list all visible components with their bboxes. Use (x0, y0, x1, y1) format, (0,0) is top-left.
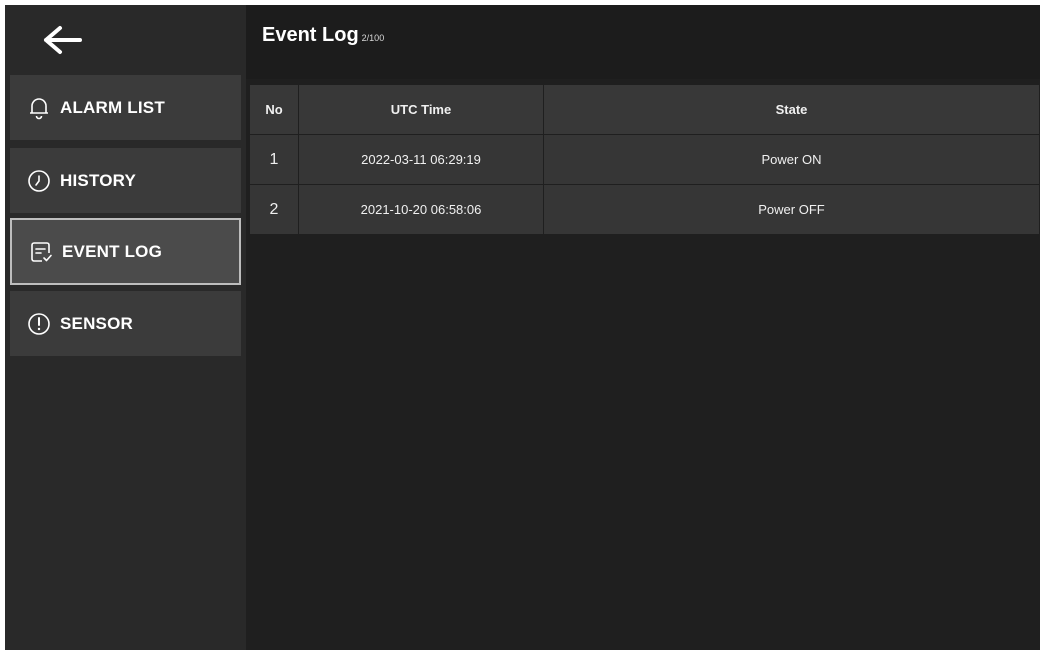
column-header-state[interactable]: State (544, 85, 1039, 134)
cell-state: Power OFF (544, 185, 1039, 234)
page-header: Event Log 2/100 (246, 5, 1040, 79)
sidebar-item-label: EVENT LOG (62, 241, 163, 261)
sidebar-item-label: SENSOR (60, 313, 133, 333)
main-panel: Event Log 2/100 No UTC Time State 1 2022-… (246, 5, 1040, 650)
table-header-row: No UTC Time State (250, 85, 1040, 134)
cell-utc-time: 2021-10-20 06:58:06 (299, 185, 543, 234)
sidebar-item-label: ALARM LIST (60, 97, 165, 117)
arrow-left-icon (44, 26, 82, 54)
table-row[interactable]: 1 2022-03-11 06:29:19 Power ON (250, 135, 1040, 184)
sidebar-item-event-log[interactable]: EVENT LOG (10, 218, 241, 285)
column-header-utc-time[interactable]: UTC Time (299, 85, 543, 134)
sidebar-item-sensor[interactable]: SENSOR (10, 291, 241, 356)
sidebar-item-history[interactable]: HISTORY (10, 148, 241, 213)
app-frame: ALARM LIST HISTORY EVENT LOG SENSOR Even… (5, 5, 1040, 650)
log-icon (28, 239, 54, 265)
column-header-no[interactable]: No (250, 85, 298, 134)
event-count: 2/100 (361, 33, 385, 43)
cell-no: 2 (250, 185, 298, 234)
alert-icon (26, 311, 52, 337)
table-row[interactable]: 2 2021-10-20 06:58:06 Power OFF (250, 185, 1040, 234)
sidebar: ALARM LIST HISTORY EVENT LOG SENSOR (5, 5, 246, 650)
bell-icon (26, 95, 52, 121)
cell-state: Power ON (544, 135, 1039, 184)
cell-no: 1 (250, 135, 298, 184)
back-button[interactable] (37, 19, 87, 61)
sidebar-item-alarm-list[interactable]: ALARM LIST (10, 75, 241, 140)
clock-icon (26, 168, 52, 194)
sidebar-item-label: HISTORY (60, 170, 137, 190)
event-log-table: No UTC Time State 1 2022-03-11 06:29:19 … (250, 85, 1040, 235)
cell-utc-time: 2022-03-11 06:29:19 (299, 135, 543, 184)
page-title-text: Event Log (262, 24, 359, 46)
page-title: Event Log 2/100 (262, 24, 384, 47)
